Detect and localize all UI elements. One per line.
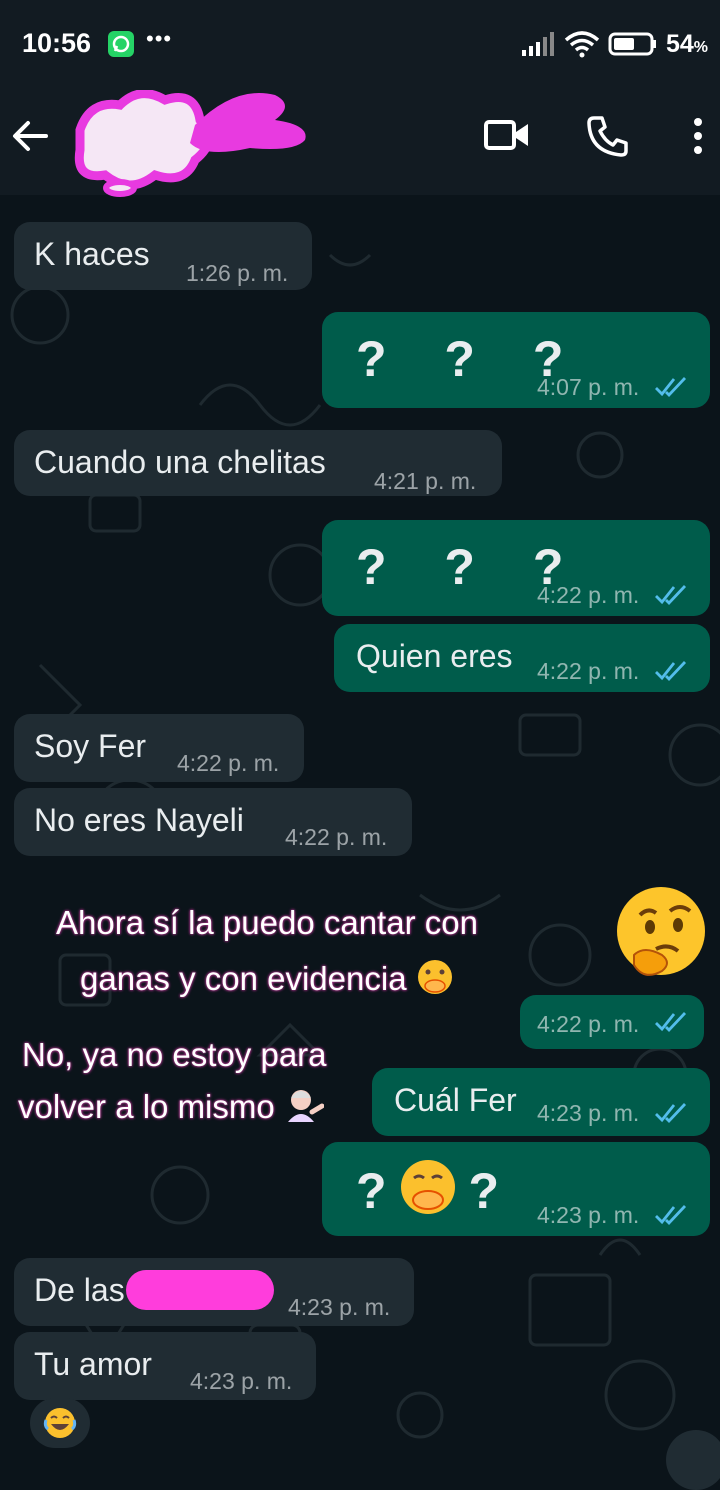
message-outgoing[interactable]: ? ? ? 4:07 p. m.: [322, 312, 710, 408]
message-outgoing[interactable]: ? ? ? 4:22 p. m.: [322, 520, 710, 616]
message-time: 4:22 p. m.: [285, 824, 388, 850]
message-text: K haces: [34, 236, 150, 272]
overlay-caption-line: No, ya no estoy para: [22, 1036, 327, 1073]
message-time: 4:23 p. m.: [537, 1202, 640, 1228]
message-outgoing[interactable]: Quien eres 4:22 p. m.: [334, 624, 710, 692]
message-incoming[interactable]: Soy Fer 4:22 p. m.: [14, 714, 304, 782]
chat-header: [0, 90, 720, 197]
message-time: 4:22 p. m.: [537, 1011, 640, 1037]
redacted-contact[interactable]: [70, 90, 310, 200]
reaction-badge[interactable]: [30, 1398, 90, 1448]
status-time: 10:56: [22, 28, 92, 58]
read-ticks-icon: [655, 661, 687, 682]
read-ticks-icon: [655, 377, 687, 398]
whatsapp-notification-icon: [108, 31, 134, 57]
message-text: Soy Fer: [34, 728, 147, 764]
status-bar: 10:56 ••• 54%: [0, 0, 720, 90]
message-text: De las: [34, 1272, 125, 1308]
message-time: 4:21 p. m.: [374, 468, 477, 494]
message-text: ??: [356, 1158, 499, 1220]
message-time: 4:23 p. m.: [190, 1368, 293, 1394]
read-ticks-icon: [655, 585, 687, 606]
woman-tipping-hand-emoji: [287, 1090, 325, 1122]
message-time: 4:23 p. m.: [537, 1100, 640, 1126]
message-incoming[interactable]: No eres Nayeli 4:22 p. m.: [14, 788, 412, 856]
battery-icon: [608, 32, 656, 56]
phone-icon[interactable]: [586, 114, 630, 158]
redaction-mark: [126, 1270, 274, 1310]
message-text: Quien eres: [356, 638, 513, 674]
message-time: 4:22 p. m.: [177, 750, 280, 776]
message-incoming[interactable]: Tu amor 4:23 p. m.: [14, 1332, 316, 1400]
thinking-emoji: [617, 887, 705, 976]
read-ticks-icon: [655, 1012, 687, 1033]
message-incoming[interactable]: Cuando una chelitas 4:21 p. m.: [14, 430, 502, 496]
overlay-caption-line: volver a lo mismo: [18, 1086, 325, 1126]
message-time: 4:23 p. m.: [288, 1294, 391, 1320]
message-incoming[interactable]: K haces 1:26 p. m.: [14, 222, 312, 290]
message-time: 4:22 p. m.: [537, 658, 640, 684]
message-outgoing[interactable]: 4:22 p. m.: [520, 995, 704, 1049]
message-text: No eres Nayeli: [34, 802, 244, 838]
message-outgoing[interactable]: Cuál Fer 4:23 p. m.: [372, 1068, 710, 1136]
message-outgoing[interactable]: ?? 4:23 p. m.: [322, 1142, 710, 1236]
hand-over-mouth-emoji: [417, 960, 452, 994]
read-ticks-icon: [655, 1103, 687, 1124]
scroll-to-bottom-button[interactable]: [666, 1430, 720, 1490]
message-text: Tu amor: [34, 1346, 152, 1382]
more-notifications-icon: •••: [146, 26, 173, 51]
hand-over-mouth-emoji: [400, 1160, 455, 1214]
wifi-icon: [564, 31, 600, 58]
message-incoming[interactable]: De las 4:23 p. m.: [14, 1258, 414, 1326]
signal-icon: [521, 32, 554, 56]
read-ticks-icon: [655, 1205, 687, 1226]
battery-level: 54%: [665, 29, 708, 58]
message-time: 1:26 p. m.: [186, 260, 289, 286]
overlay-caption-line: Ahora sí la puedo cantar con: [56, 904, 478, 941]
video-call-icon[interactable]: [484, 118, 530, 152]
message-text: Cuando una chelitas: [34, 444, 326, 480]
overlay-caption-line: ganas y con evidencia: [80, 958, 454, 998]
message-text: Cuál Fer: [394, 1082, 517, 1118]
message-time: 4:22 p. m.: [537, 582, 640, 608]
message-time: 4:07 p. m.: [537, 374, 640, 400]
back-arrow-icon[interactable]: [10, 116, 50, 156]
laughing-emoji: [43, 1408, 77, 1438]
more-vert-icon[interactable]: [688, 116, 708, 156]
